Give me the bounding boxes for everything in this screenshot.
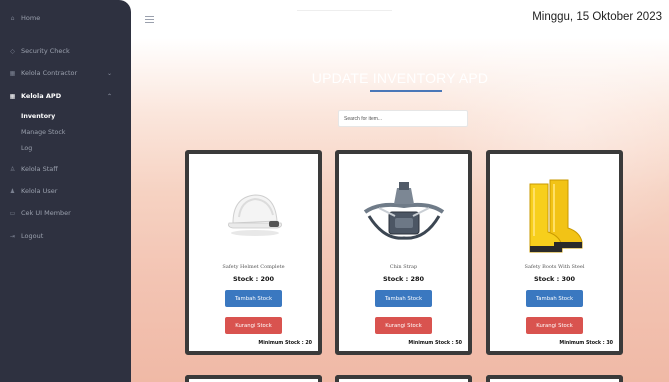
product-card-safety-boots: Safety Boots With Steel Stock : 300 Tamb…	[486, 150, 623, 355]
sidebar-subitem-inventory[interactable]: Inventory	[21, 110, 55, 122]
sidebar-item-label: Kelola APD	[21, 92, 62, 100]
sidebar-item-label: Kelola Contractor	[21, 69, 78, 77]
sidebar-item-label: Kelola User	[21, 187, 58, 195]
chin-strap-image	[339, 174, 468, 248]
product-name: Safety Boots With Steel	[524, 264, 585, 270]
shield-icon: ◇	[10, 47, 15, 55]
chevron-down-icon: ⌄	[106, 69, 112, 77]
hamburger-menu-icon[interactable]	[145, 16, 154, 23]
add-stock-button[interactable]: Tambah Stock	[526, 290, 583, 307]
sidebar-subitem-label: Inventory	[21, 112, 56, 120]
product-name: Chin Strap	[389, 264, 418, 270]
page-title: UPDATE INVENTORY APD	[311, 70, 489, 86]
users-icon: ♟	[9, 187, 16, 195]
minimum-stock: Minimum Stock : 20	[258, 341, 312, 346]
product-stock: Stock : 280	[382, 275, 425, 283]
sidebar-item-label: Cek UI Member	[21, 209, 71, 217]
home-icon: ⌂	[10, 14, 15, 22]
sidebar-subitem-manage-stock[interactable]: Manage Stock	[21, 126, 65, 138]
sidebar-item-kelola-apd[interactable]: ▦ Kelola APD ⌃	[9, 89, 122, 103]
sidebar-item-kelola-user[interactable]: ♟ Kelola User	[9, 184, 58, 198]
sidebar-subitem-label: Log	[21, 144, 33, 152]
reduce-stock-button[interactable]: Kurangi Stock	[375, 317, 432, 334]
reduce-stock-button[interactable]: Kurangi Stock	[526, 317, 583, 334]
sidebar-item-label: Logout	[21, 232, 44, 240]
product-name: Safety Helmet Complete	[222, 264, 285, 270]
product-card-next-row	[185, 375, 322, 382]
sidebar-item-label: Kelola Staff	[21, 165, 58, 173]
product-stock: Stock : 200	[232, 275, 275, 283]
sidebar-item-label: Home	[21, 14, 41, 22]
reduce-stock-button[interactable]: Kurangi Stock	[225, 317, 282, 334]
product-card-next-row	[335, 375, 472, 382]
sidebar-item-kelola-staff[interactable]: ♙ Kelola Staff	[9, 162, 58, 176]
minimum-stock: Minimum Stock : 30	[559, 341, 613, 346]
top-divider	[297, 10, 392, 11]
minimum-stock: Minimum Stock : 50	[408, 341, 462, 346]
product-stock: Stock : 300	[533, 275, 576, 283]
grid-icon: ▦	[9, 92, 16, 100]
sidebar-item-label: Security Check	[21, 47, 70, 55]
product-card-safety-helmet: Safety Helmet Complete Stock : 200 Tamba…	[185, 150, 322, 355]
current-date: Minggu, 15 Oktober 2023	[532, 11, 662, 23]
sidebar-item-logout[interactable]: ⇥ Logout	[9, 229, 43, 243]
safety-boots-image	[490, 176, 619, 254]
product-card-chin-strap: Chin Strap Stock : 280 Tambah Stock Kura…	[335, 150, 472, 355]
user-icon: ♙	[9, 165, 16, 173]
add-stock-button[interactable]: Tambah Stock	[225, 290, 282, 307]
sidebar: ⌂ Home ◇ Security Check ▦ Kelola Contrac…	[0, 0, 131, 382]
grid-icon: ▦	[9, 69, 16, 77]
sidebar-subitem-label: Manage Stock	[21, 128, 66, 136]
monitor-icon: ▭	[9, 209, 16, 217]
title-underline	[370, 90, 442, 92]
chevron-up-icon: ⌃	[106, 92, 112, 100]
product-card-next-row	[486, 375, 623, 382]
add-stock-button[interactable]: Tambah Stock	[375, 290, 432, 307]
sidebar-item-security-check[interactable]: ◇ Security Check	[9, 44, 70, 58]
safety-helmet-image	[189, 174, 318, 248]
sidebar-subitem-log[interactable]: Log	[21, 142, 32, 154]
sidebar-item-kelola-contractor[interactable]: ▦ Kelola Contractor ⌄	[9, 66, 122, 80]
logout-icon: ⇥	[9, 232, 16, 240]
sidebar-item-cek-ui-member[interactable]: ▭ Cek UI Member	[9, 206, 71, 220]
search-input[interactable]	[338, 110, 468, 127]
sidebar-item-home[interactable]: ⌂ Home	[9, 11, 41, 25]
